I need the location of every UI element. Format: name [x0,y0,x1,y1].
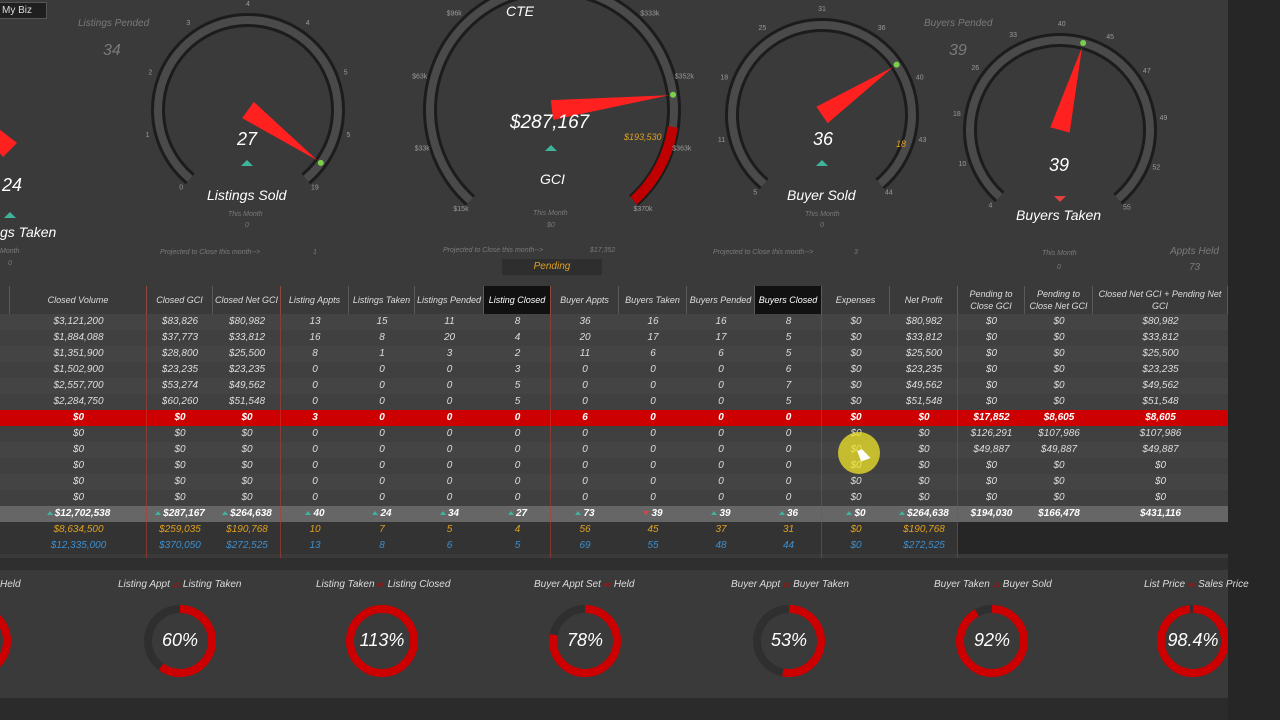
donut-label-b: Sales Price [1198,579,1249,590]
donut-svg [0,605,1228,677]
donut-label: List Price vs Sales Price [1144,579,1249,590]
donut-label-b: Held [613,579,635,590]
donut-fill [0,605,11,677]
donut-label-a: Buyer Appt [731,579,781,590]
donut-label: Listing Taken vs Listing Closed [316,579,450,590]
donut-percent: 78% [566,630,604,650]
vs-separator: vs [783,582,791,589]
donut-label-a: Held [0,579,21,590]
donut-label-b: Listing Taken [182,579,242,590]
donut-label-a: Buyer Appt Set [534,579,601,590]
vs-separator: vs [172,582,180,589]
donut-percent: 113% [359,630,405,650]
donut-label-b: Buyer Taken [793,579,849,590]
donut-label-a: Buyer Taken [934,579,990,590]
donut-label: Held [0,579,21,590]
donut-label-b: Buyer Sold [1002,579,1052,590]
donut-label-a: Listing Taken [316,579,375,590]
donut-label: Listing Appt vs Listing Taken [118,579,241,590]
vs-separator: vs [603,582,611,589]
bottom-strip [0,698,1228,720]
vs-separator: vs [1188,582,1196,589]
donut-label: Buyer Taken vs Buyer Sold [934,579,1052,590]
donut-label: Buyer Appt vs Buyer Taken [731,579,849,590]
vs-separator: vs [992,582,1000,589]
donut-label: Buyer Appt Set vs Held [534,579,634,590]
vs-separator: vs [377,582,385,589]
donut-percent: 60% [161,630,199,650]
donut-label-a: Listing Appt [118,579,170,590]
right-panel [1228,0,1280,720]
donut-percent: 53% [770,630,808,650]
donut-percent: 92% [973,630,1011,650]
donut-label-b: Listing Closed [387,579,451,590]
donut-label-a: List Price [1144,579,1186,590]
donut-percent: 98.4% [1167,630,1219,650]
